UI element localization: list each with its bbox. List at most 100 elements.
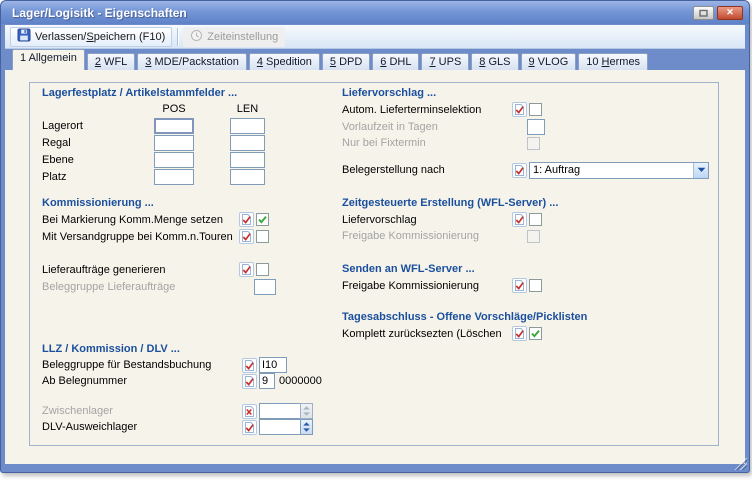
regal-pos-input[interactable] [154, 135, 194, 151]
tab-gls[interactable]: 8 GLS [471, 53, 518, 70]
tab-dpd[interactable]: 5 DPD [322, 53, 370, 70]
field-label: Freigabe Kommissionierung [342, 230, 512, 242]
field-state-check-icon[interactable] [512, 163, 527, 178]
field-label: Platz [42, 171, 154, 183]
field-label: Autom. Lieferterminselektion [342, 104, 512, 116]
tab-dhl[interactable]: 6 DHL [372, 53, 419, 70]
field-state-check-icon[interactable] [512, 212, 527, 227]
tab-spedition[interactable]: 4 Spedition [249, 53, 320, 70]
section-title: Lagerfestplatz / Artikelstammfelder ... [42, 87, 334, 101]
tab-ups[interactable]: 7 UPS [421, 53, 469, 70]
row-fixtermin: Nur bei Fixtermin [342, 135, 714, 151]
toolbar: Verlassen/Speichern (F10) Zeiteinstellun… [5, 25, 745, 49]
tab-wfl[interactable]: 2 WFL [87, 53, 135, 70]
field-state-check-icon[interactable] [512, 102, 527, 117]
row-platz: Platz [42, 168, 334, 185]
field-label: Freigabe Kommissionierung [342, 280, 512, 292]
row-versandgruppe: Mit Versandgruppe bei Komm.n.Touren [42, 228, 334, 245]
field-state-check-icon[interactable] [512, 278, 527, 293]
row-lagerort: Lagerort [42, 117, 334, 134]
row-beleggruppe-lieferauftraege: Beleggruppe Lieferaufträge [42, 278, 334, 295]
column-headers: POS LEN [42, 103, 334, 116]
row-dlv-ausweichlager: DLV-Ausweichlager [42, 419, 334, 435]
fixtermin-checkbox [527, 137, 540, 150]
komplett-zuruecksetzen-checkbox[interactable] [529, 327, 542, 340]
field-state-check-icon[interactable] [239, 262, 254, 277]
spinner-up-down-icon [300, 403, 313, 419]
tab-content-allgemein: Lagerfestplatz / Artikelstammfelder ... … [5, 70, 745, 464]
window-buttons: ✕ [693, 6, 743, 20]
lagerort-len-input[interactable] [230, 118, 265, 134]
spinner-up-down-icon[interactable] [300, 419, 313, 435]
field-label: Lagerort [42, 120, 154, 132]
belegerstellung-dropdown[interactable]: 1: Auftrag [529, 162, 709, 179]
close-button[interactable]: ✕ [717, 6, 743, 20]
komm-menge-checkbox[interactable] [256, 213, 269, 226]
zwischenlager-spinner [259, 403, 313, 419]
tab-vlog[interactable]: 9 VLOG [521, 53, 577, 70]
save-exit-button[interactable]: Verlassen/Speichern (F10) [10, 27, 172, 47]
column-header-len: LEN [230, 103, 265, 115]
ebene-pos-input[interactable] [154, 152, 194, 168]
platz-pos-input[interactable] [154, 169, 194, 185]
field-label: Liefervorschlag [342, 214, 512, 226]
field-state-check-icon[interactable] [239, 229, 254, 244]
zwischenlager-input [259, 403, 300, 419]
lieferauftraege-checkbox[interactable] [256, 263, 269, 276]
section-liefervorschlag: Liefervorschlag ... Autom. Liefertermins… [342, 87, 714, 179]
dlv-ausweichlager-spinner[interactable] [259, 419, 313, 435]
field-state-check-icon[interactable] [239, 212, 254, 227]
section-senden-wfl: Senden an WFL-Server ... Freigabe Kommis… [342, 263, 714, 294]
field-state-check-icon[interactable] [242, 374, 257, 389]
section-title: Liefervorschlag ... [342, 87, 714, 101]
save-icon [17, 28, 31, 45]
field-state-check-icon[interactable] [512, 326, 527, 341]
field-state-check-icon[interactable] [242, 420, 257, 435]
row-zeit-liefervorschlag: Liefervorschlag [342, 211, 714, 228]
section-title: Zeitgesteuerte Erstellung (WFL-Server) .… [342, 197, 714, 211]
platz-len-input[interactable] [230, 169, 265, 185]
senden-freigabe-checkbox[interactable] [529, 279, 542, 292]
ab-belegnummer-input[interactable] [259, 373, 275, 389]
field-label: Zwischenlager [42, 405, 242, 417]
field-state-cross-icon[interactable] [242, 404, 257, 419]
toolbar-separator [177, 28, 178, 46]
field-label: Mit Versandgruppe bei Komm.n.Touren [42, 231, 239, 243]
maximize-icon [699, 4, 708, 22]
close-icon: ✕ [726, 7, 734, 18]
chevron-down-icon[interactable] [693, 163, 708, 178]
tab-allgemein[interactable]: 1 Allgemein [12, 49, 85, 70]
save-exit-label: Verlassen/Speichern (F10) [35, 31, 165, 43]
field-label: Vorlaufzeit in Tagen [342, 121, 512, 133]
field-state-check-icon[interactable] [242, 358, 257, 373]
beleggruppe-bestand-input[interactable] [259, 357, 287, 373]
time-setting-label: Zeiteinstellung [207, 31, 278, 43]
dialog-window: Lager/Logisitk - Eigenschaften ✕ Verlass… [0, 0, 750, 473]
autom-lieferterminselektion-checkbox[interactable] [529, 103, 542, 116]
row-zeit-freigabe: Freigabe Kommissionierung [342, 228, 714, 244]
resize-grip[interactable] [734, 457, 747, 470]
settings-panel: Lagerfestplatz / Artikelstammfelder ... … [29, 82, 719, 446]
section-title: Senden an WFL-Server ... [342, 263, 714, 277]
field-label: Komplett zurücksezten (Löschen [342, 328, 512, 340]
row-belegerstellung: Belegerstellung nach 1: Auftrag [342, 161, 714, 179]
section-kommissionierung: Kommissionierung ... Bei Markierung Komm… [42, 197, 334, 295]
field-label: Belegerstellung nach [342, 164, 512, 176]
regal-len-input[interactable] [230, 135, 265, 151]
tab-mde-packstation[interactable]: 3 MDE/Packstation [137, 53, 247, 70]
ebene-len-input[interactable] [230, 152, 265, 168]
section-title: Kommissionierung ... [42, 197, 334, 211]
lagerort-pos-input[interactable] [154, 118, 194, 134]
tab-hermes[interactable]: 10 Hermes [578, 53, 648, 70]
maximize-button[interactable] [693, 6, 714, 20]
vorlaufzeit-input [527, 119, 545, 135]
row-regal: Regal [42, 134, 334, 151]
field-label: Lieferaufträge generieren [42, 264, 239, 276]
zeit-liefervorschlag-checkbox[interactable] [529, 213, 542, 226]
versandgruppe-checkbox[interactable] [256, 230, 269, 243]
field-label: Regal [42, 137, 154, 149]
title-bar[interactable]: Lager/Logisitk - Eigenschaften ✕ [1, 1, 749, 24]
section-title: Tagesabschluss - Offene Vorschläge/Pickl… [342, 311, 714, 325]
row-beleggruppe-bestand: Beleggruppe für Bestandsbuchung [42, 357, 334, 373]
dlv-ausweichlager-input[interactable] [259, 419, 300, 435]
